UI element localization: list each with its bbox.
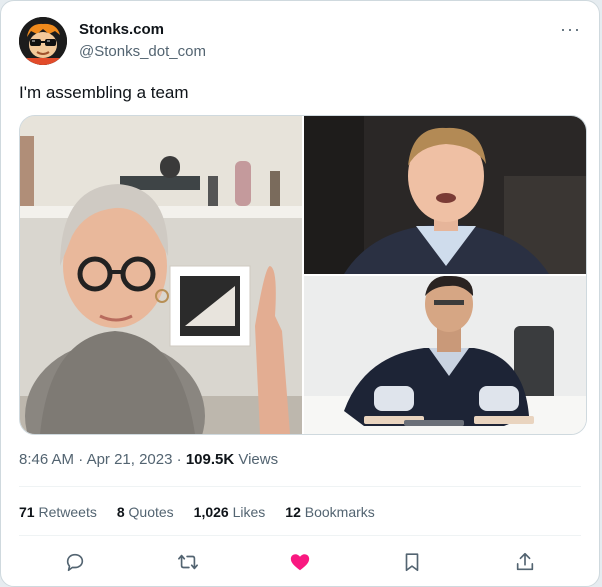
retweets-stat[interactable]: 71 Retweets — [19, 504, 97, 520]
likes-count: 1,026 — [193, 504, 229, 520]
divider — [19, 535, 581, 536]
likes-label: Likes — [232, 504, 266, 520]
meta-separator: · — [176, 451, 186, 468]
media-photo-man-suit[interactable] — [304, 116, 586, 274]
views-count: 109.5K — [185, 451, 235, 468]
tweet-text: I'm assembling a team — [19, 83, 189, 102]
meta-separator: · — [78, 451, 87, 468]
views-label: Views — [238, 451, 279, 468]
bookmark-icon — [406, 553, 419, 572]
tweet-date[interactable]: Apr 21, 2023 — [87, 451, 173, 468]
author-handle[interactable]: @Stonks_dot_com — [79, 43, 206, 60]
like-button[interactable] — [283, 547, 317, 577]
media-photo-woman-gesturing[interactable] — [20, 116, 302, 434]
quotes-label: Quotes — [128, 504, 174, 520]
avatar[interactable] — [19, 17, 67, 65]
avatar-image — [19, 17, 67, 65]
retweet-icon — [177, 554, 198, 570]
photo-man-suit — [304, 116, 586, 274]
quotes-stat[interactable]: 8 Quotes — [117, 504, 174, 520]
author-name[interactable]: Stonks.com — [79, 21, 164, 38]
heart-icon — [290, 554, 310, 571]
share-button[interactable] — [508, 547, 542, 577]
action-bar — [19, 547, 581, 577]
divider — [19, 486, 581, 487]
retweets-count: 71 — [19, 504, 35, 520]
bookmarks-count: 12 — [285, 504, 301, 520]
tweet-meta: 8:46 AM · Apr 21, 2023 · 109.5K Views — [19, 451, 278, 468]
engagement-stats: 71 Retweets 8 Quotes 1,026 Likes 12 Book… — [19, 504, 375, 520]
more-options-icon[interactable]: ··· — [560, 19, 581, 40]
tweet-card: Stonks.com @Stonks_dot_com ··· I'm assem… — [0, 0, 600, 587]
bookmarks-stat[interactable]: 12 Bookmarks — [285, 504, 375, 520]
reply-button[interactable] — [58, 547, 92, 577]
bookmarks-label: Bookmarks — [304, 504, 375, 520]
media-grid[interactable] — [19, 115, 587, 435]
likes-stat[interactable]: 1,026 Likes — [194, 504, 266, 520]
media-photo-man-vest[interactable] — [304, 276, 586, 434]
photo-man-vest — [304, 276, 586, 434]
photo-woman — [20, 116, 302, 434]
bookmark-button[interactable] — [395, 547, 429, 577]
reply-icon — [67, 553, 84, 572]
share-icon — [516, 552, 533, 571]
retweet-button[interactable] — [171, 547, 205, 577]
quotes-count: 8 — [116, 504, 125, 520]
retweets-label: Retweets — [38, 504, 97, 520]
tweet-time[interactable]: 8:46 AM — [19, 451, 74, 468]
